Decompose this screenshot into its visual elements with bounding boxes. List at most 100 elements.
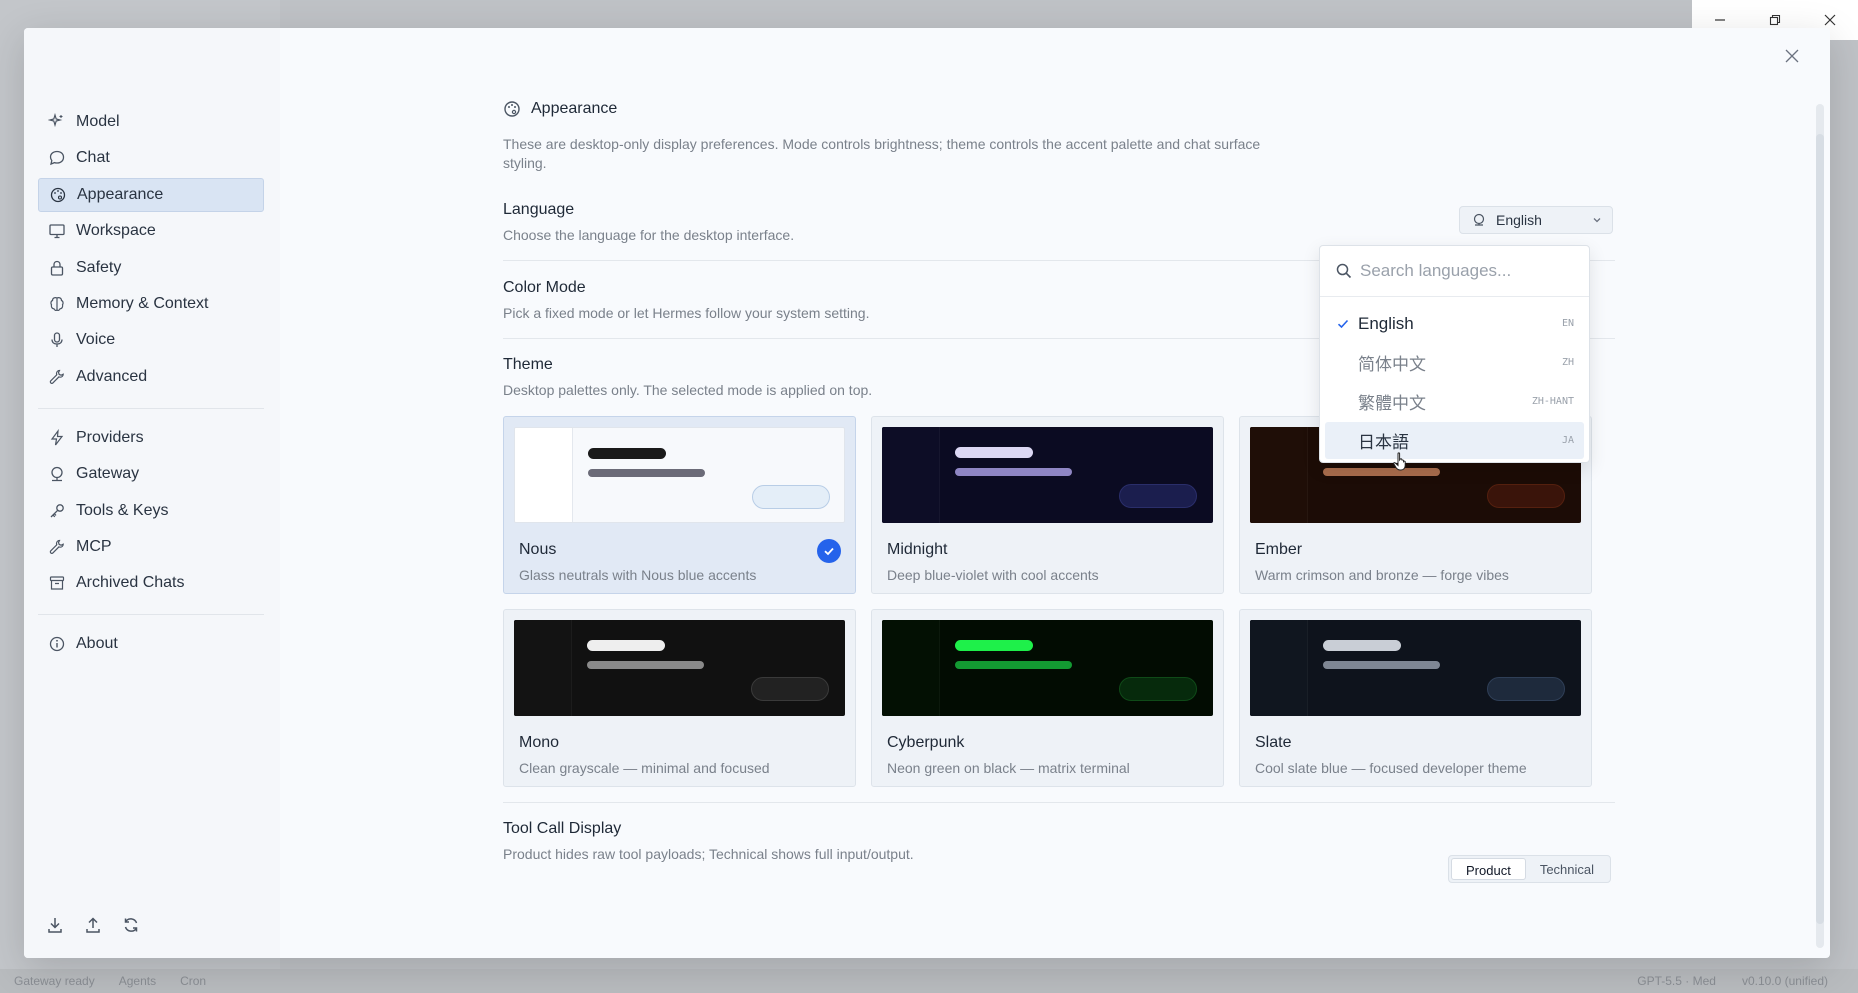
theme-description: Glass neutrals with Nous blue accents — [519, 567, 757, 583]
status-agents: Agents — [118, 974, 157, 988]
settings-nav: Model Chat Appearance Workspace Safety Memory… — [38, 105, 264, 664]
preview-sidebar — [1250, 427, 1308, 523]
close-modal-button[interactable] — [1778, 42, 1806, 70]
tool-call-technical-button[interactable]: Technical — [1526, 858, 1608, 880]
key-icon — [48, 502, 66, 520]
theme-card-midnight[interactable]: Midnight Deep blue-violet with cool accen… — [871, 416, 1224, 594]
language-option-code: JA — [1561, 435, 1574, 446]
sidebar-item-advanced[interactable]: Advanced — [38, 360, 264, 394]
sidebar-item-memory-context[interactable]: Memory & Context — [38, 287, 264, 321]
check-icon — [1336, 317, 1358, 331]
sidebar-item-label: Workspace — [76, 222, 156, 240]
theme-description: Neon green on black — matrix terminal — [887, 760, 1130, 776]
settings-content: Appearance These are desktop-only displa… — [503, 28, 1615, 958]
language-option-zh-hant[interactable]: 繁體中文 ZH-HANT — [1325, 383, 1584, 420]
theme-preview — [514, 620, 845, 716]
language-select[interactable]: English — [1459, 206, 1613, 234]
language-dropdown: English EN 简体中文 ZH 繁體中文 ZH-HANT 日本語 JA — [1319, 245, 1590, 463]
download-icon[interactable] — [44, 914, 66, 936]
language-option-zh[interactable]: 简体中文 ZH — [1325, 344, 1584, 381]
sidebar-item-chat[interactable]: Chat — [38, 141, 264, 175]
theme-card-slate[interactable]: Slate Cool slate blue — focused developer… — [1239, 609, 1592, 787]
theme-name: Slate — [1255, 734, 1292, 751]
status-model: GPT-5.5 · Med — [1637, 974, 1716, 988]
language-option-label: English — [1358, 313, 1414, 333]
language-search-input[interactable] — [1360, 261, 1570, 281]
wrench-icon — [48, 368, 66, 386]
language-option-en[interactable]: English EN — [1325, 305, 1584, 342]
theme-card-cyberpunk[interactable]: Cyberpunk Neon green on black — matrix te… — [871, 609, 1224, 787]
theme-preview — [1250, 620, 1581, 716]
sidebar-item-gateway[interactable]: Gateway — [38, 457, 264, 491]
sidebar-item-providers[interactable]: Providers — [38, 421, 264, 455]
scrollbar[interactable] — [1816, 104, 1824, 948]
theme-card-nous[interactable]: Nous Glass neutrals with Nous blue accent… — [503, 416, 856, 594]
preview-text-bar — [955, 468, 1072, 476]
theme-preview — [882, 620, 1213, 716]
preview-text-bar — [587, 661, 704, 669]
preview-title-bar — [587, 640, 665, 651]
sidebar-item-archived-chats[interactable]: Archived Chats — [38, 566, 264, 600]
theme-name: Cyberpunk — [887, 734, 965, 751]
chat-bubble-icon — [48, 149, 66, 167]
sidebar-item-label: Memory & Context — [76, 294, 209, 312]
sidebar-item-label: Providers — [76, 428, 144, 446]
tool-call-product-button[interactable]: Product — [1451, 858, 1526, 880]
sidebar-item-workspace[interactable]: Workspace — [38, 214, 264, 248]
archive-icon — [48, 574, 66, 592]
status-cron: Cron — [180, 974, 207, 988]
theme-card-mono[interactable]: Mono Clean grayscale — minimal and focuse… — [503, 609, 856, 787]
sidebar-item-voice[interactable]: Voice — [38, 323, 264, 357]
sidebar-item-appearance[interactable]: Appearance — [38, 177, 264, 212]
sidebar-item-label: Tools & Keys — [76, 501, 169, 519]
language-option-code: ZH-HANT — [1531, 396, 1574, 407]
preview-sidebar — [1250, 620, 1308, 716]
palette-icon — [504, 101, 520, 117]
preview-text-bar — [588, 469, 705, 477]
page-description: These are desktop-only display preferenc… — [503, 136, 1261, 171]
language-setting: Language Choose the language for the des… — [503, 201, 1615, 243]
sidebar-item-label: Model — [76, 113, 120, 130]
preview-sidebar — [882, 427, 940, 523]
check-icon — [817, 539, 841, 563]
theme-preview — [514, 427, 845, 523]
status-bar: Gateway ready Agents Cron GPT-5.5 · Med … — [0, 969, 1858, 993]
bolt-icon — [48, 428, 66, 447]
language-option-label: 简体中文 — [1358, 355, 1426, 374]
preview-text-bar — [1323, 661, 1440, 669]
info-icon — [48, 635, 66, 653]
theme-description: Cool slate blue — focused developer them… — [1255, 760, 1527, 776]
language-select-value: English — [1496, 212, 1542, 228]
language-option-ja[interactable]: 日本語 JA — [1325, 422, 1584, 459]
nav-divider — [38, 614, 264, 616]
language-option-label: 日本語 — [1358, 433, 1409, 452]
sidebar-item-label: Chat — [76, 149, 110, 167]
palette-icon — [49, 186, 67, 204]
page-header: Appearance — [503, 100, 617, 118]
sidebar-item-model[interactable]: Model — [38, 105, 264, 139]
language-option-label: 繁體中文 — [1358, 394, 1426, 413]
upload-icon[interactable] — [82, 914, 104, 936]
sidebar-item-label: Safety — [76, 258, 122, 276]
theme-description: Deep blue-violet with cool accents — [887, 567, 1099, 583]
language-options: English EN 简体中文 ZH 繁體中文 ZH-HANT 日本語 JA — [1320, 297, 1589, 459]
sidebar-item-label: MCP — [76, 537, 112, 555]
sidebar-item-label: Appearance — [77, 185, 164, 203]
nav-divider — [38, 407, 264, 409]
language-subtitle: Choose the language for the desktop inte… — [503, 227, 795, 243]
scrollbar-thumb[interactable] — [1816, 134, 1824, 924]
preview-text-bar — [1323, 468, 1440, 476]
globe-icon — [1473, 213, 1485, 226]
sidebar-item-label: Voice — [76, 331, 116, 349]
pointer-cursor-icon — [1393, 452, 1406, 471]
language-title: Language — [503, 201, 575, 218]
sidebar-item-tools-keys[interactable]: Tools & Keys — [38, 494, 264, 528]
refresh-icon[interactable] — [120, 914, 142, 936]
globe-icon — [48, 465, 66, 483]
sidebar-item-about[interactable]: About — [38, 627, 264, 661]
language-option-code: EN — [1561, 318, 1574, 329]
sidebar-item-mcp[interactable]: MCP — [38, 530, 264, 564]
preview-text-bar — [955, 661, 1072, 669]
theme-name: Ember — [1255, 541, 1303, 558]
sidebar-item-safety[interactable]: Safety — [38, 251, 264, 285]
